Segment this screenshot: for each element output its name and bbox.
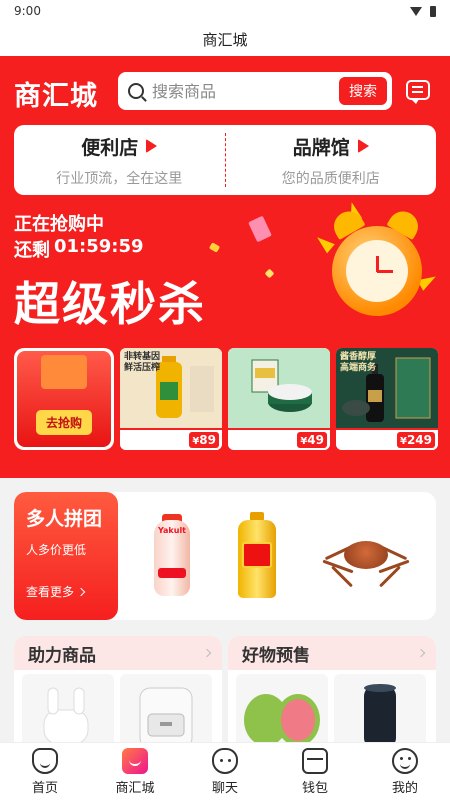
section-title: 好物预售 (242, 645, 310, 666)
go-buy-card[interactable]: 去抢购 (14, 348, 114, 450)
nav-label: 首页 (31, 780, 58, 796)
nav-profile[interactable]: 我的 (360, 743, 450, 800)
view-more-label: 查看更多 (26, 585, 75, 599)
nav-label: 钱包 (301, 780, 328, 796)
clock-body (332, 226, 422, 316)
flash-sale-timer: 还剩 01:59:59 (14, 236, 144, 262)
wifi-icon (410, 6, 422, 16)
bottle-label (242, 542, 272, 568)
search-input[interactable] (152, 81, 330, 101)
product-card[interactable]: 酱香醇厚 高端商务 ¥249 (336, 348, 438, 450)
nav-label: 我的 (391, 780, 418, 796)
chevron-right-icon (76, 587, 86, 596)
group-buy-section: 多人拼团 人多价更低 查看更多 Yakult (14, 492, 436, 620)
wallet-icon (302, 747, 328, 774)
section-header: 助力商品 (14, 636, 222, 670)
oil-bottle-image[interactable] (236, 512, 278, 600)
profile-icon (392, 747, 418, 774)
nav-mall[interactable]: 商汇城 (90, 743, 180, 800)
store-subtitle: 您的品质便利店 (281, 170, 380, 187)
product-tag: 酱香醇厚 高端商务 (340, 352, 377, 373)
chevron-right-icon (416, 648, 426, 658)
section-header: 好物预售 (228, 636, 436, 670)
confetti-decoration (208, 242, 221, 253)
message-icon[interactable] (406, 80, 430, 104)
store-entry-brand[interactable]: 品牌馆 您的品质便利店 (226, 125, 437, 195)
king-crab-image[interactable] (322, 521, 410, 591)
group-buy-banner[interactable]: 多人拼团 人多价更低 查看更多 (14, 492, 118, 620)
store-title: 便利店 (81, 133, 158, 160)
play-arrow-icon (357, 139, 369, 153)
price-bar: ¥89 (120, 428, 222, 450)
price-value: 249 (406, 433, 432, 447)
flash-sale-title: 超级秒杀 (14, 277, 206, 331)
remaining-label: 还剩 (14, 240, 50, 261)
group-buy-subtitle: 人多价更低 (26, 543, 87, 557)
store-title-text: 便利店 (81, 136, 139, 159)
price-value: 49 (307, 433, 324, 447)
price-bar: ¥49 (228, 428, 330, 450)
nav-wallet[interactable]: 钱包 (270, 743, 360, 800)
assist-goods-section[interactable]: 助力商品 (14, 636, 222, 756)
product-card[interactable]: 非转基因 鲜活压榨 ¥89 (120, 348, 222, 450)
bottom-nav: 首页 商汇城 聊天 钱包 我的 (0, 742, 450, 800)
app-root: 9:00 商汇城 商汇城 搜索 便利店 行业顶流，全在这里 (0, 0, 450, 800)
status-time: 9:00 (14, 4, 41, 18)
gift-box-icon (41, 355, 87, 389)
nav-chat[interactable]: 聊天 (180, 743, 270, 800)
mall-icon (122, 747, 148, 774)
crab-body (344, 541, 388, 569)
store-title: 品牌馆 (293, 133, 369, 160)
price-bar: ¥249 (336, 428, 438, 450)
store-title-text: 品牌馆 (292, 136, 350, 159)
flash-sale-products: 去抢购 非转基因 鲜活压榨 ¥89 ¥49 酱香醇厚 高端商务 ¥249 (14, 348, 438, 452)
product-price: ¥49 (297, 432, 327, 448)
confetti-decoration (264, 268, 275, 279)
product-price: ¥249 (396, 432, 435, 448)
bottle-band (158, 568, 186, 578)
nav-label: 商汇城 (115, 780, 155, 796)
confetti-decoration (248, 215, 272, 243)
search-icon (128, 83, 144, 99)
alarm-clock-icon (313, 200, 439, 326)
battery-icon (430, 5, 436, 17)
page-title: 商汇城 (0, 22, 450, 56)
flash-sale-status: 正在抢购中 (14, 214, 104, 235)
countdown: 01:59:59 (54, 236, 144, 257)
search-button[interactable]: 搜索 (339, 77, 387, 105)
app-logo: 商汇城 (14, 81, 98, 112)
store-entry-card: 便利店 行业顶流，全在这里 品牌馆 您的品质便利店 (14, 125, 436, 195)
store-entry-convenience[interactable]: 便利店 行业顶流，全在这里 (14, 125, 225, 195)
search-bar[interactable]: 搜索 (118, 72, 392, 110)
chevron-right-icon (202, 648, 212, 658)
status-icons (410, 5, 436, 17)
chat-icon (212, 747, 238, 774)
nav-home[interactable]: 首页 (0, 743, 90, 800)
price-value: 89 (199, 433, 216, 447)
clock-face (346, 240, 408, 302)
go-buy-button[interactable]: 去抢购 (35, 410, 92, 435)
yakult-label: Yakult (157, 526, 187, 535)
play-arrow-icon (146, 139, 158, 153)
group-buy-items: Yakult (130, 506, 430, 606)
product-tag: 非转基因 鲜活压榨 (124, 352, 161, 373)
presale-section[interactable]: 好物预售 (228, 636, 436, 756)
spark-icon (313, 232, 335, 254)
cosmetic-jar-image (228, 348, 330, 428)
section-title: 助力商品 (28, 645, 96, 666)
product-price: ¥89 (189, 432, 219, 448)
clock-hand (377, 270, 393, 273)
status-bar: 9:00 (0, 0, 450, 22)
home-icon (32, 747, 58, 774)
go-buy-inner: 去抢购 (17, 351, 111, 447)
product-card[interactable]: ¥49 (228, 348, 330, 450)
yakult-bottle-image[interactable]: Yakult (152, 514, 192, 598)
group-buy-title: 多人拼团 (26, 508, 103, 530)
hero-banner: 商汇城 搜索 便利店 行业顶流，全在这里 品牌馆 您的品质便利店 (0, 56, 450, 478)
store-subtitle: 行业顶流，全在这里 (56, 170, 183, 187)
view-more-link[interactable]: 查看更多 (26, 583, 86, 600)
nav-label: 聊天 (211, 780, 238, 796)
